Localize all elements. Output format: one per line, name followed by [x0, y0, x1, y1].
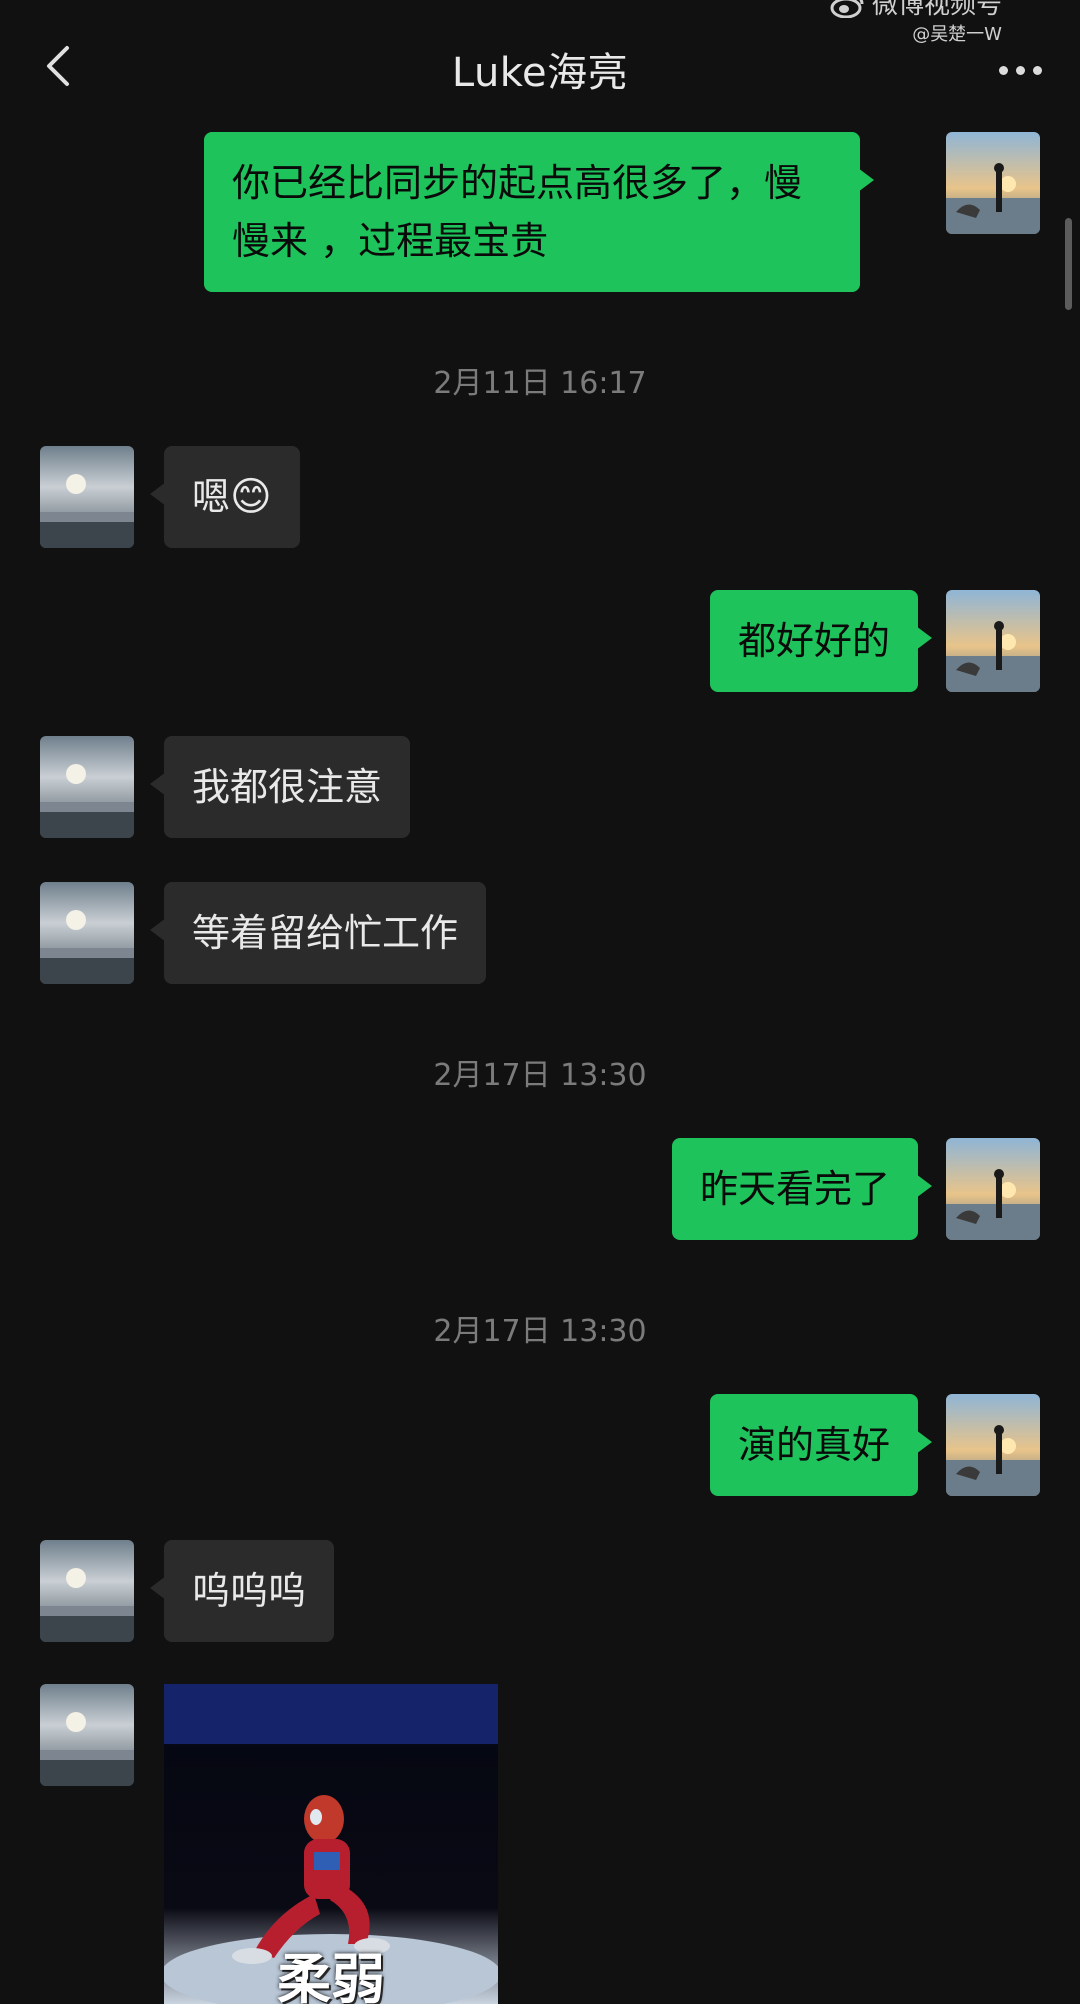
message-bubble-friend[interactable]: 呜呜呜 — [149, 1540, 335, 1642]
message-text: 我都很注意 — [192, 765, 383, 809]
watermark-handle: @吴楚一W — [912, 24, 1002, 45]
friend-avatar[interactable] — [40, 446, 134, 548]
weibo-logo-icon — [830, 0, 864, 18]
watermark-platform: 微博视频号 — [871, 0, 1002, 20]
friend-avatar[interactable] — [40, 1540, 134, 1642]
sticker-image[interactable]: 柔弱 — [164, 1684, 498, 2004]
my-avatar[interactable] — [946, 132, 1040, 234]
message-text: 嗯 — [192, 475, 231, 519]
timestamp: 2月11日 16:17 — [433, 366, 647, 401]
watermark: 微博视频号 @吴楚一W — [830, 0, 1002, 48]
timestamp: 2月17日 13:30 — [433, 1314, 647, 1349]
more-options-button[interactable] — [990, 60, 1050, 80]
message-text: 慢来 ，过程最宝贵 — [232, 219, 549, 263]
more-dots-icon — [998, 65, 1008, 75]
friend-avatar[interactable] — [40, 1684, 134, 1786]
timestamp: 2月17日 13:30 — [433, 1058, 647, 1093]
message-text: 昨天看完了 — [699, 1167, 890, 1211]
chat-title: Luke海亮 — [451, 50, 629, 96]
message-bubble-friend[interactable]: 嗯 😊 — [150, 446, 300, 548]
message-bubble-me[interactable]: 演的真好 — [709, 1394, 933, 1496]
smile-emoji-icon: 😊 — [230, 474, 272, 520]
sticker-caption: 柔弱 — [277, 1948, 385, 2004]
message-text: 你已经比同步的起点高很多了，慢 — [232, 161, 803, 205]
message-text: 演的真好 — [737, 1423, 890, 1467]
friend-avatar[interactable] — [40, 882, 134, 984]
message-text: 等着留给忙工作 — [192, 911, 459, 955]
my-avatar[interactable] — [946, 1394, 1040, 1496]
scrollbar[interactable] — [1065, 218, 1072, 310]
message-bubble-me[interactable]: 都好好的 — [709, 590, 933, 692]
message-text: 呜呜呜 — [192, 1569, 307, 1613]
my-avatar[interactable] — [946, 1138, 1040, 1240]
friend-avatar[interactable] — [40, 736, 134, 838]
message-bubble-friend[interactable]: 我都很注意 — [149, 736, 411, 838]
my-avatar[interactable] — [946, 590, 1040, 692]
message-bubble-friend[interactable]: 等着留给忙工作 — [149, 882, 487, 984]
message-bubble-me[interactable]: 你已经比同步的起点高很多了，慢 慢来 ，过程最宝贵 — [204, 132, 874, 292]
message-text: 都好好的 — [737, 619, 890, 663]
message-bubble-me[interactable]: 昨天看完了 — [671, 1138, 933, 1240]
